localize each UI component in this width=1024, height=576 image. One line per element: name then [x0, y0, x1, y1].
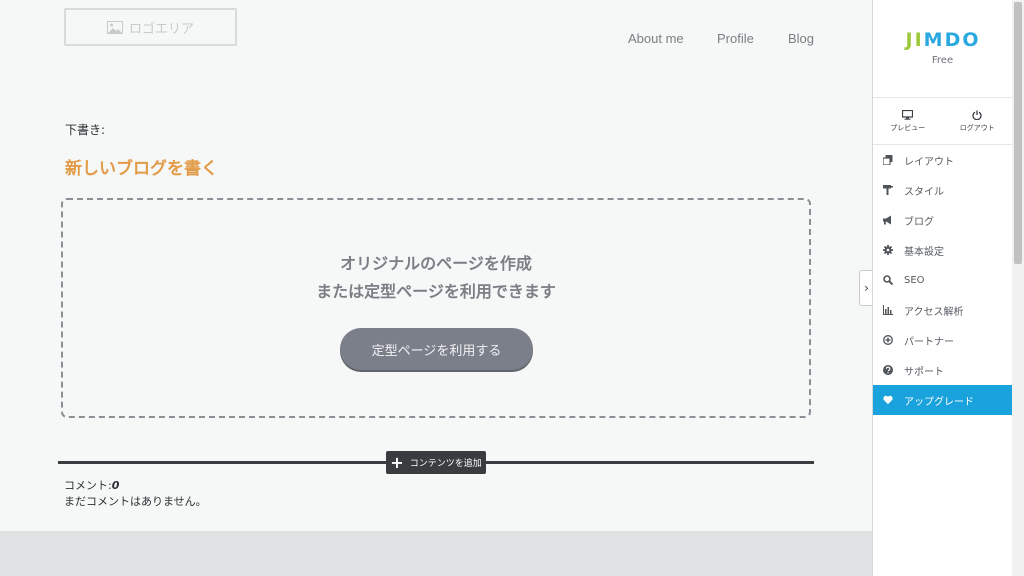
- menu-item-label: アップグレード: [904, 396, 974, 408]
- menu-item-label: パートナー: [904, 336, 954, 348]
- logo-area-label: ロゴエリア: [128, 21, 194, 37]
- menu-item-analytics[interactable]: アクセス解析: [873, 295, 1012, 325]
- site-canvas: ロゴエリア About me Profile Blog 下書き: 新しいブログを…: [0, 0, 872, 576]
- menu-item-support[interactable]: サポート: [873, 355, 1012, 385]
- menu-item-seo[interactable]: SEO: [873, 265, 1012, 295]
- comments-section: コメント:0 まだコメントはありません。: [64, 478, 207, 510]
- paint-roller-icon: [883, 185, 893, 195]
- menu-item-label: サポート: [904, 366, 944, 378]
- menu-item-blog[interactable]: ブログ: [873, 205, 1012, 235]
- scrollbar-thumb[interactable]: [1014, 2, 1022, 264]
- no-comments-text: まだコメントはありません。: [64, 495, 207, 508]
- monitor-icon: [902, 109, 914, 120]
- preview-button[interactable]: プレビュー: [873, 98, 943, 144]
- logo-letter: O: [962, 29, 980, 51]
- blog-title[interactable]: 新しいブログを書く: [65, 154, 218, 179]
- menu-item-label: ブログ: [904, 216, 934, 228]
- dropzone-heading: オリジナルのページを作成: [340, 254, 532, 273]
- add-content-label: コンテンツを追加: [409, 459, 482, 469]
- logo-letter: I: [914, 29, 923, 51]
- gear-icon: [883, 245, 893, 255]
- content-dropzone[interactable]: オリジナルのページを作成 または定型ページを利用できます 定型ページを利用する: [61, 198, 811, 418]
- brand-header: J I M D O Free: [873, 0, 1012, 98]
- nav-profile[interactable]: Profile: [717, 31, 754, 46]
- heart-icon: [883, 395, 893, 405]
- admin-panel: J I M D O Free プレビュー ログアウト レイアウト スタイル ブロ…: [872, 0, 1012, 576]
- logo-letter: D: [944, 29, 962, 51]
- layout-icon: [883, 155, 893, 165]
- admin-menu: レイアウト スタイル ブログ 基本設定 SEO アクセス解析 パートナー サポー…: [873, 145, 1012, 415]
- menu-item-settings[interactable]: 基本設定: [873, 235, 1012, 265]
- jimdo-logo: J I M D O: [873, 29, 1012, 51]
- question-icon: [883, 365, 893, 375]
- menu-item-layout[interactable]: レイアウト: [873, 145, 1012, 175]
- menu-item-style[interactable]: スタイル: [873, 175, 1012, 205]
- footer: [0, 531, 872, 576]
- collapse-panel-button[interactable]: ›: [859, 270, 873, 306]
- menu-item-label: 基本設定: [904, 246, 944, 258]
- nav-blog[interactable]: Blog: [788, 31, 814, 46]
- preview-label: プレビュー: [890, 123, 926, 132]
- power-icon: [972, 110, 982, 120]
- nav-about-me[interactable]: About me: [628, 31, 684, 46]
- menu-item-upgrade[interactable]: アップグレード: [873, 385, 1012, 415]
- comments-count: 0: [111, 479, 120, 492]
- menu-item-label: レイアウト: [904, 156, 954, 168]
- plus-circle-icon: [883, 335, 893, 345]
- logo-letter: M: [923, 29, 944, 51]
- chevron-right-icon: ›: [864, 281, 869, 295]
- draft-label: 下書き:: [65, 123, 106, 137]
- menu-item-label: スタイル: [904, 186, 944, 198]
- comments-header: コメント:0: [64, 478, 207, 494]
- megaphone-icon: [883, 215, 893, 225]
- image-icon: [106, 20, 123, 34]
- use-template-button[interactable]: 定型ページを利用する: [340, 328, 533, 370]
- comments-label: コメント:: [64, 479, 112, 492]
- menu-item-partner[interactable]: パートナー: [873, 325, 1012, 355]
- logo-letter: J: [905, 29, 914, 51]
- logout-button[interactable]: ログアウト: [943, 98, 1013, 144]
- add-content-button[interactable]: + コンテンツを追加: [386, 451, 486, 474]
- bar-chart-icon: [883, 305, 893, 315]
- menu-item-label: アクセス解析: [904, 306, 964, 318]
- quick-actions: プレビュー ログアウト: [873, 98, 1012, 145]
- logo-area[interactable]: ロゴエリア: [64, 8, 237, 46]
- search-icon: [883, 275, 893, 285]
- plan-label: Free: [931, 55, 954, 66]
- scrollbar[interactable]: [1012, 0, 1024, 576]
- logout-label: ログアウト: [959, 123, 995, 132]
- menu-item-label: SEO: [904, 274, 925, 286]
- dropzone-subheading: または定型ページを利用できます: [316, 282, 556, 301]
- plus-icon: +: [390, 452, 404, 472]
